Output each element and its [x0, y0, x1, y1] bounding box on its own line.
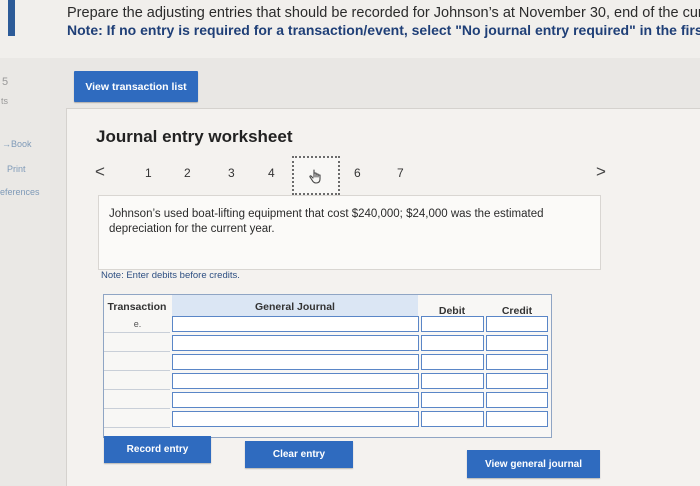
row-divider	[104, 370, 170, 371]
worksheet-title: Journal entry worksheet	[96, 127, 293, 146]
hand-pointer-icon	[309, 168, 321, 184]
credit-field[interactable]	[486, 373, 548, 389]
sidebar-item-label: Book	[11, 139, 32, 149]
page-7-button[interactable]: 7	[397, 166, 404, 180]
credit-field[interactable]	[486, 392, 548, 408]
view-transaction-list-button[interactable]: View transaction list	[74, 71, 198, 102]
row-divider	[104, 351, 170, 352]
note-text: If no entry is required for a transactio…	[102, 22, 700, 38]
account-field[interactable]	[172, 392, 419, 408]
debit-field[interactable]	[421, 392, 484, 408]
instructions-text: Prepare the adjusting entries that shoul…	[67, 5, 700, 21]
debit-field[interactable]	[421, 316, 484, 332]
sidebar-item-ts[interactable]: ts	[1, 96, 8, 106]
sidebar-item-print[interactable]: Print	[7, 164, 26, 174]
page-5-current[interactable]	[292, 156, 340, 195]
instructions-note: Note: If no entry is required for a tran…	[67, 22, 700, 38]
row-divider	[104, 427, 170, 428]
clear-entry-button[interactable]: Clear entry	[245, 441, 353, 468]
credit-field[interactable]	[486, 335, 548, 351]
transaction-cell: e.	[133, 319, 142, 329]
pager-next-button[interactable]: >	[596, 162, 606, 182]
page-3-button[interactable]: 3	[228, 166, 235, 180]
row-divider	[104, 408, 170, 409]
debit-field[interactable]	[421, 411, 484, 427]
page-2-button[interactable]: 2	[184, 166, 191, 180]
transaction-cell	[105, 412, 170, 426]
debit-field[interactable]	[421, 354, 484, 370]
transaction-description: Johnson’s used boat-lifting equipment th…	[109, 208, 544, 235]
arrow-icon: →	[2, 139, 11, 149]
transaction-cell	[105, 336, 170, 350]
account-field[interactable]	[172, 335, 419, 351]
transaction-cell	[105, 374, 170, 388]
sidebar: 5 ts →Book Print eferences	[0, 58, 50, 485]
sidebar-item-book[interactable]: →Book	[2, 139, 32, 149]
account-field[interactable]	[172, 411, 419, 427]
pager-prev-button[interactable]: <	[95, 162, 105, 182]
record-entry-button[interactable]: Record entry	[104, 436, 211, 463]
debit-field[interactable]	[421, 373, 484, 389]
row-divider	[104, 389, 170, 390]
account-field[interactable]	[172, 373, 419, 389]
header-transaction: Transaction	[107, 301, 167, 313]
transaction-cell	[105, 355, 170, 369]
sidebar-item-number: 5	[2, 76, 9, 88]
account-field[interactable]	[172, 316, 419, 332]
account-field[interactable]	[172, 354, 419, 370]
credit-field[interactable]	[486, 411, 548, 427]
credit-field[interactable]	[486, 354, 548, 370]
debits-note: Note: Enter debits before credits.	[101, 270, 240, 281]
transaction-cell	[105, 393, 170, 407]
sidebar-item-references[interactable]: eferences	[0, 187, 40, 197]
row-divider	[104, 332, 170, 333]
note-label: Note:	[67, 22, 103, 38]
view-general-journal-button[interactable]: View general journal	[467, 450, 600, 478]
credit-field[interactable]	[486, 316, 548, 332]
debit-field[interactable]	[421, 335, 484, 351]
page-1-button[interactable]: 1	[145, 166, 152, 180]
page-6-button[interactable]: 6	[354, 166, 361, 180]
left-accent-bar	[8, 0, 15, 36]
page-4-button[interactable]: 4	[268, 166, 275, 180]
